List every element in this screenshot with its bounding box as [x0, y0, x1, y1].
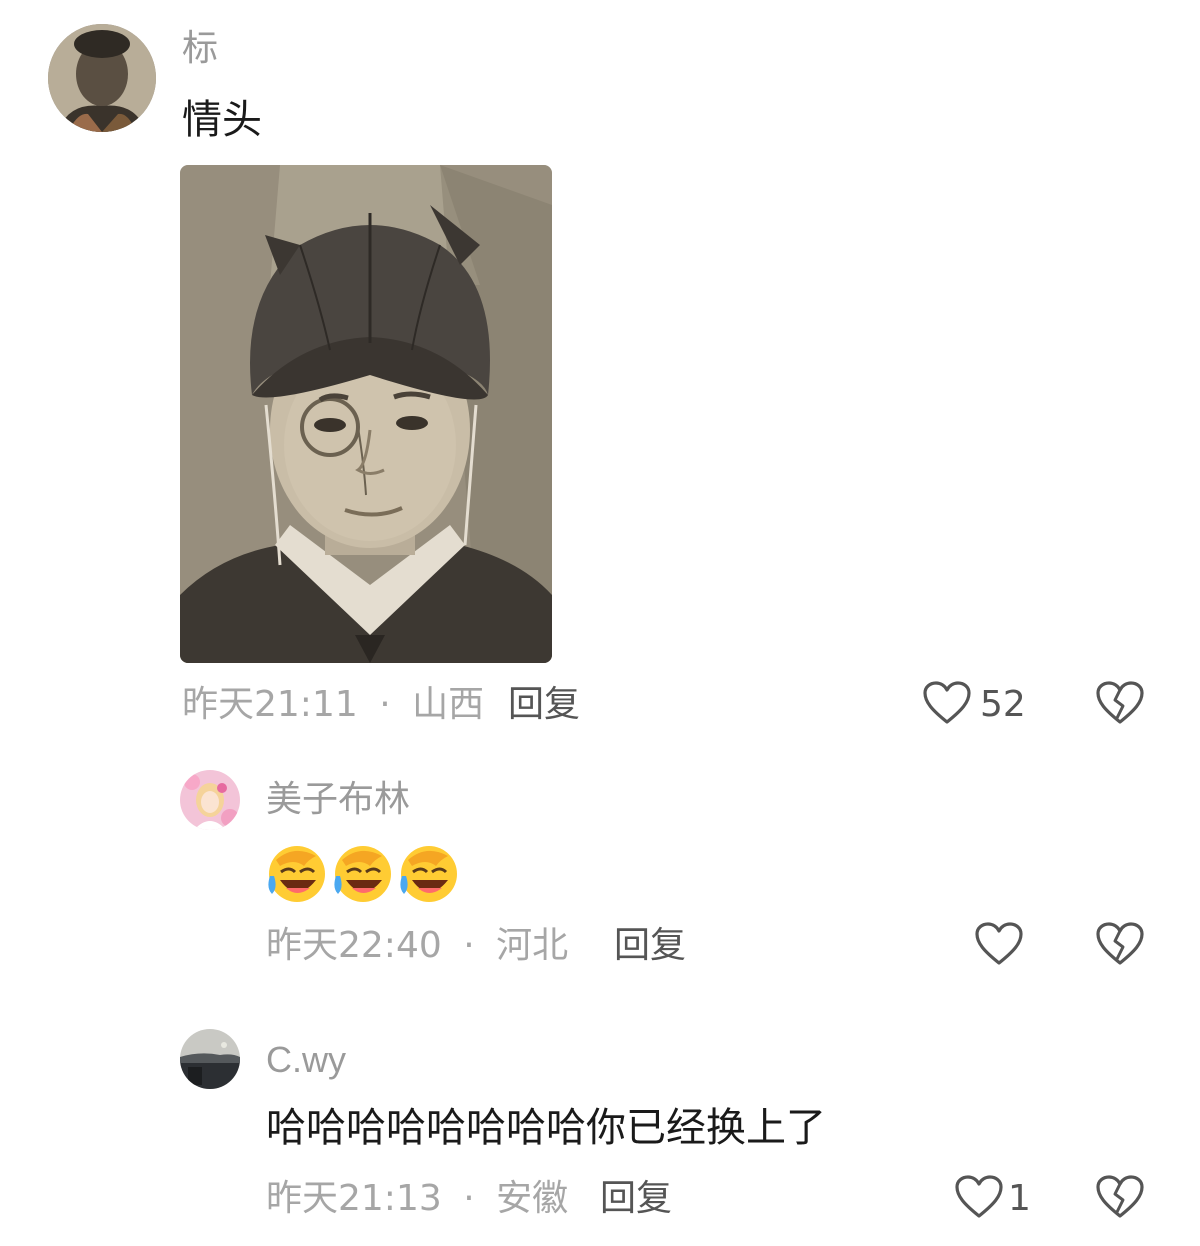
comment-username[interactable]: C.wy — [266, 1042, 346, 1078]
comment-location: 山西 — [412, 684, 485, 725]
meta-separator: · — [463, 1178, 475, 1219]
like-count: 1 — [1008, 1178, 1031, 1219]
comment-meta: 昨天22:40 · 河北 — [266, 928, 568, 964]
heart-outline-icon[interactable] — [974, 921, 1024, 967]
broken-heart-icon[interactable] — [1095, 680, 1145, 726]
broken-heart-icon[interactable] — [1095, 1174, 1145, 1220]
comment-text: 情头 — [182, 97, 262, 143]
avatar[interactable] — [48, 24, 156, 132]
comment-emoji-content — [264, 840, 464, 904]
avatar[interactable] — [180, 770, 240, 830]
comment-username[interactable]: 标 — [182, 31, 218, 67]
comment-time: 昨天21:13 — [266, 1178, 442, 1219]
heart-outline-icon[interactable] — [954, 1174, 1004, 1220]
like-count: 52 — [980, 684, 1026, 725]
avatar[interactable] — [180, 1029, 240, 1089]
heart-outline-icon[interactable] — [922, 680, 972, 726]
meta-separator: · — [379, 684, 391, 725]
comment-time: 昨天22:40 — [266, 925, 442, 966]
reply-button[interactable]: 回复 — [614, 928, 686, 964]
comment-location: 河北 — [496, 925, 569, 966]
rolling-on-floor-laughing-emoji — [396, 840, 462, 904]
broken-heart-icon[interactable] — [1095, 921, 1145, 967]
meta-separator: · — [463, 925, 475, 966]
rolling-on-floor-laughing-emoji — [330, 840, 396, 904]
reply-button[interactable]: 回复 — [508, 687, 580, 723]
comment-meta: 昨天21:13 · 安徽 — [266, 1181, 568, 1217]
rolling-on-floor-laughing-emoji — [264, 840, 330, 904]
comment-location: 安徽 — [496, 1178, 569, 1219]
comment-image[interactable] — [180, 165, 552, 663]
comment-text: 哈哈哈哈哈哈哈哈你已经换上了 — [266, 1105, 826, 1151]
comment-username[interactable]: 美子布林 — [266, 782, 410, 818]
comment-meta: 昨天21:11 · 山西 — [182, 687, 484, 723]
comment-time: 昨天21:11 — [182, 684, 358, 725]
reply-button[interactable]: 回复 — [600, 1181, 672, 1217]
